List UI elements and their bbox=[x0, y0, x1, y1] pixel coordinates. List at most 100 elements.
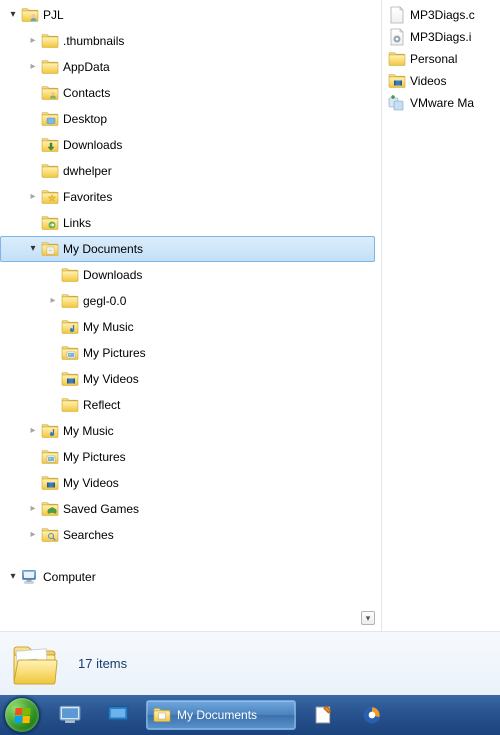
folder-icon bbox=[41, 58, 59, 76]
videos-folder-icon bbox=[388, 72, 406, 90]
favorites-folder-icon bbox=[41, 188, 59, 206]
tree-item-label: Desktop bbox=[63, 106, 107, 132]
expander-expanded-icon[interactable]: ▾ bbox=[27, 243, 39, 255]
details-item-count: 17 items bbox=[78, 656, 127, 671]
expander-expanded-icon[interactable]: ▾ bbox=[7, 571, 19, 583]
tree-item[interactable]: ▸ Favorites bbox=[0, 184, 375, 210]
tree-item-label: AppData bbox=[63, 54, 110, 80]
documents-folder-icon bbox=[153, 706, 171, 724]
tree-item[interactable]: ▸Downloads bbox=[0, 262, 375, 288]
tree-item[interactable]: ▾ Computer bbox=[0, 564, 375, 590]
tree-item-label: Downloads bbox=[83, 262, 142, 288]
file-generic-icon bbox=[388, 6, 406, 24]
tree-item-label: Computer bbox=[43, 564, 96, 590]
taskbar-app-3-icon[interactable] bbox=[304, 700, 344, 730]
contacts-folder-icon bbox=[41, 84, 59, 102]
tree-item[interactable]: ▸ gegl-0.0 bbox=[0, 288, 375, 314]
taskbar-app-4-icon[interactable] bbox=[352, 700, 392, 730]
list-item[interactable]: MP3Diags.c bbox=[384, 4, 500, 26]
taskbar-active-window-label: My Documents bbox=[177, 708, 257, 722]
tree-item-label: My Pictures bbox=[83, 340, 146, 366]
tree-item[interactable]: ▸My Videos bbox=[0, 470, 375, 496]
tree-item[interactable]: ▸My Pictures bbox=[0, 444, 375, 470]
user-folder-icon bbox=[21, 6, 39, 24]
tree-item[interactable]: ▸Downloads bbox=[0, 132, 375, 158]
tree-item[interactable]: ▸ .thumbnails bbox=[0, 28, 375, 54]
tree-item[interactable]: ▸Searches bbox=[0, 522, 375, 548]
tree-item-label: gegl-0.0 bbox=[83, 288, 126, 314]
expander-collapsed-icon[interactable]: ▸ bbox=[27, 35, 39, 47]
windows-logo-icon bbox=[14, 708, 30, 723]
tree-item[interactable]: ▸ My Music bbox=[0, 418, 375, 444]
taskbar-app-2-icon[interactable] bbox=[98, 700, 138, 730]
taskbar-app-1-icon[interactable] bbox=[50, 700, 90, 730]
tree-item-label: dwhelper bbox=[63, 158, 112, 184]
tree-item-label: Links bbox=[63, 210, 91, 236]
tree-item-label: My Documents bbox=[63, 236, 143, 262]
expander-collapsed-icon[interactable]: ▸ bbox=[27, 529, 39, 541]
list-item-label: MP3Diags.i bbox=[410, 30, 471, 44]
folder-icon bbox=[41, 32, 59, 50]
expander-collapsed-icon[interactable]: ▸ bbox=[27, 503, 39, 515]
navigation-pane[interactable]: ▾PJL▸.thumbnails▸AppData▸Contacts▸Deskto… bbox=[0, 0, 382, 631]
tree-item-label: .thumbnails bbox=[63, 28, 124, 54]
tree-item[interactable]: ▸Contacts bbox=[0, 80, 375, 106]
tree-item[interactable]: ▸ AppData bbox=[0, 54, 375, 80]
desktop-folder-icon bbox=[41, 110, 59, 128]
tree-item-label: My Music bbox=[63, 418, 114, 444]
list-item-label: Videos bbox=[410, 74, 446, 88]
content-pane[interactable]: MP3Diags.c MP3Diags.i Personal Videos VMware… bbox=[382, 0, 500, 631]
computer-icon bbox=[21, 568, 39, 586]
tree-item-label: My Videos bbox=[63, 470, 119, 496]
expander-collapsed-icon[interactable]: ▸ bbox=[27, 425, 39, 437]
expander-collapsed-icon[interactable]: ▸ bbox=[47, 295, 59, 307]
tree-item-label: Reflect bbox=[83, 392, 120, 418]
tree-item[interactable]: ▸Desktop bbox=[0, 106, 375, 132]
start-button[interactable] bbox=[4, 697, 40, 733]
savedgames-folder-icon bbox=[41, 500, 59, 518]
pictures-folder-icon bbox=[61, 344, 79, 362]
list-item-label: MP3Diags.c bbox=[410, 8, 475, 22]
pictures-folder-icon bbox=[41, 448, 59, 466]
searches-folder-icon bbox=[41, 526, 59, 544]
videos-folder-icon bbox=[41, 474, 59, 492]
list-item-label: Personal bbox=[410, 52, 457, 66]
expander-expanded-icon[interactable]: ▾ bbox=[7, 9, 19, 21]
expander-collapsed-icon[interactable]: ▸ bbox=[27, 61, 39, 73]
tree-item-label: My Music bbox=[83, 314, 134, 340]
videos-folder-icon bbox=[61, 370, 79, 388]
folder-icon bbox=[41, 162, 59, 180]
tree-item[interactable]: ▸dwhelper bbox=[0, 158, 375, 184]
list-item[interactable]: Videos bbox=[384, 70, 500, 92]
tree-item-label: My Pictures bbox=[63, 444, 126, 470]
taskbar[interactable]: My Documents bbox=[0, 695, 500, 735]
nav-scroll-down-icon[interactable]: ▾ bbox=[361, 611, 375, 625]
tree-item-label: Favorites bbox=[63, 184, 112, 210]
links-folder-icon bbox=[41, 214, 59, 232]
folder-icon bbox=[61, 396, 79, 414]
folder-large-icon bbox=[10, 640, 58, 688]
tree-item[interactable]: ▸My Videos bbox=[0, 366, 375, 392]
documents-folder-icon bbox=[41, 240, 59, 258]
folder-icon bbox=[61, 266, 79, 284]
tree-item[interactable]: ▸My Pictures bbox=[0, 340, 375, 366]
file-ini-icon bbox=[388, 28, 406, 46]
tree-item-label: My Videos bbox=[83, 366, 139, 392]
vmware-icon bbox=[388, 94, 406, 112]
music-folder-icon bbox=[61, 318, 79, 336]
downloads-folder-icon bbox=[41, 136, 59, 154]
list-item[interactable]: MP3Diags.i bbox=[384, 26, 500, 48]
list-item[interactable]: VMware Ma bbox=[384, 92, 500, 114]
taskbar-active-window-button[interactable]: My Documents bbox=[146, 700, 296, 730]
folder-icon bbox=[61, 292, 79, 310]
expander-collapsed-icon[interactable]: ▸ bbox=[27, 191, 39, 203]
tree-item[interactable]: ▸My Music bbox=[0, 314, 375, 340]
tree-item[interactable]: ▸ Saved Games bbox=[0, 496, 375, 522]
tree-item-label: Downloads bbox=[63, 132, 122, 158]
tree-item[interactable]: ▸Links bbox=[0, 210, 375, 236]
tree-item[interactable]: ▾ My Documents bbox=[0, 236, 375, 262]
tree-item-label: Saved Games bbox=[63, 496, 139, 522]
tree-item[interactable]: ▸Reflect bbox=[0, 392, 375, 418]
tree-item[interactable]: ▾PJL bbox=[0, 2, 375, 28]
list-item[interactable]: Personal bbox=[384, 48, 500, 70]
